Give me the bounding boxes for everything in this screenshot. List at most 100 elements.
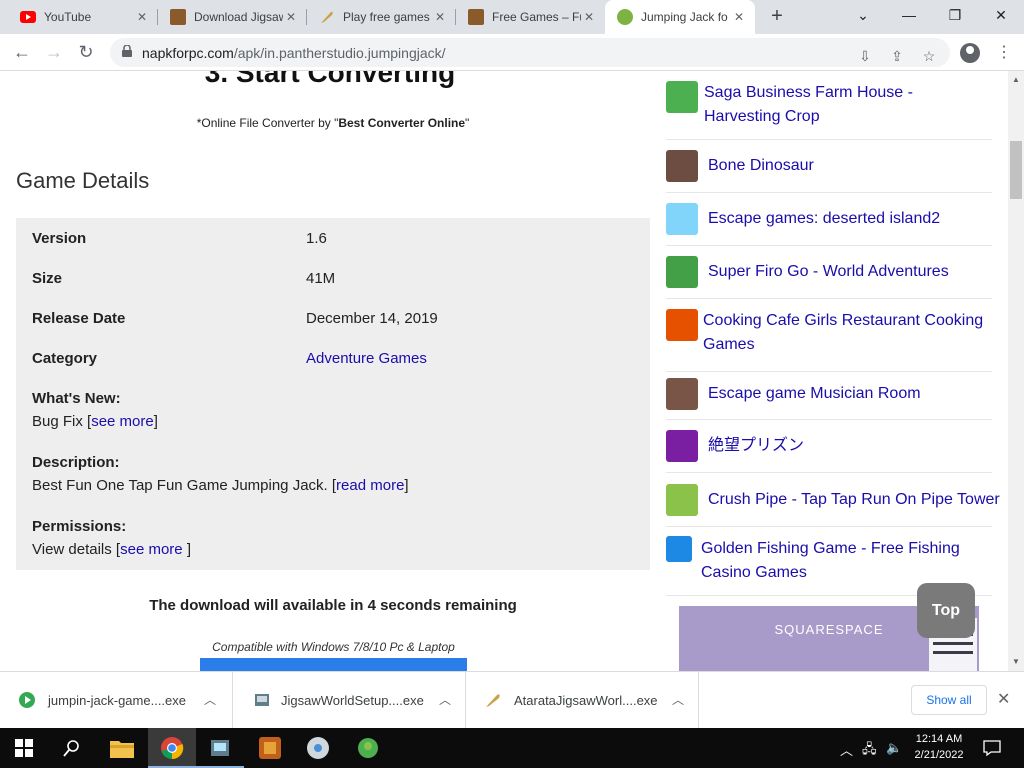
search-button[interactable] [48,728,96,768]
url-path: /apk/in.pantherstudio.jumpingjack/ [233,45,446,61]
game-link[interactable]: Bone Dinosaur [708,154,990,178]
game-link[interactable]: Super Firo Go - World Adventures [708,260,990,284]
close-icon[interactable]: ✕ [283,9,299,25]
menu-kebab-icon[interactable]: ⋮ [996,42,1012,62]
tab-youtube[interactable]: YouTube ✕ [8,0,158,34]
taskbar-disc-app[interactable] [294,728,342,768]
page-scrollbar[interactable]: ▲ ▼ [1008,71,1024,671]
bookmark-star-icon[interactable]: ☆ [920,47,938,65]
restore-button[interactable]: ❐ [932,0,978,32]
download-button[interactable] [200,658,467,671]
taskbar-file-explorer[interactable] [98,728,146,768]
detail-value: 41M [306,270,336,287]
folder-icon [110,741,134,758]
scrollbar-thumb[interactable] [1010,141,1022,199]
jumping-jack-icon [358,738,378,758]
close-icon[interactable]: ✕ [134,9,150,25]
forward-button[interactable]: → [42,41,66,65]
show-all-button[interactable]: Show all [911,685,987,715]
description-text: Best Fun One Tap Fun Game Jumping Jack. … [32,477,337,494]
game-link[interactable]: Escape games: deserted island2 [708,207,990,231]
game-link[interactable]: Escape game Musician Room [708,382,990,406]
chevron-up-icon[interactable]: ︿ [672,691,684,708]
share-icon[interactable]: ⇪ [888,47,906,65]
game-link[interactable]: Saga Business Farm House - Harvesting Cr… [704,81,990,129]
game-link[interactable]: Cooking Cafe Girls Restaurant Cooking Ga… [703,309,990,357]
game-thumbnail [666,203,698,235]
list-item[interactable]: Cooking Cafe Girls Restaurant Cooking Ga… [666,299,992,372]
game-thumbnail [666,81,698,113]
list-item[interactable]: 絶望プリズン [666,420,992,473]
game-link[interactable]: Crush Pipe - Tap Tap Run On Pipe Tower [708,488,1000,512]
read-more-link[interactable]: read more [336,477,404,494]
taskbar-chrome[interactable] [148,728,196,768]
volume-icon[interactable]: 🔈 [886,740,902,756]
tab-free-games[interactable]: Free Games – Fu ✕ [456,0,605,34]
detail-label: Version [32,230,87,247]
address-bar[interactable]: napkforpc.com/apk/in.pantherstudio.jumpi… [110,38,950,67]
play-installer-icon [19,692,35,708]
chevron-up-icon[interactable]: ︿ [439,691,451,708]
download-filename: jumpin-jack-game....exe [48,693,186,708]
download-item[interactable]: AtarataJigsawWorl....exe ︿ [466,672,699,729]
permissions-see-more-link[interactable]: see more [120,541,187,558]
converter-name[interactable]: Best Converter Online [338,116,465,130]
tab-play-free-games[interactable]: Play free games ✕ [307,0,456,34]
clock-time: 12:14 AM [915,733,963,745]
converter-prefix: *Online File Converter by " [196,116,339,130]
close-icon[interactable]: ✕ [731,9,747,25]
step-title: 3. Start Converting [204,71,456,88]
start-button[interactable] [0,728,48,768]
close-window-button[interactable]: ✕ [978,0,1024,32]
taskbar-setup-app[interactable] [196,728,244,768]
download-item[interactable]: jumpin-jack-game....exe ︿ [0,672,233,729]
compatibility-note: Compatible with Windows 7/8/10 Pc & Lapt… [212,640,455,654]
download-shelf: jumpin-jack-game....exe ︿ JigsawWorldSet… [0,671,1024,729]
scroll-down-icon[interactable]: ▼ [1012,657,1020,666]
tab-label: Download Jigsaw [194,10,283,24]
scroll-top-button[interactable]: Top [917,583,975,638]
tab-download-jigsaw[interactable]: Download Jigsaw ✕ [158,0,307,34]
close-icon[interactable]: ✕ [997,689,1010,709]
download-filename: AtarataJigsawWorl....exe [514,693,658,708]
tab-search-chevron-icon[interactable]: ⌄ [840,0,886,32]
tab-label: Play free games [343,10,430,24]
tab-label: Jumping Jack fo [641,10,728,24]
back-button[interactable]: ← [10,41,34,65]
reload-button[interactable]: ↻ [74,41,98,65]
game-details-heading: Game Details [16,168,150,193]
notification-icon[interactable] [983,739,1001,757]
new-tab-button[interactable]: + [766,6,788,28]
game-thumbnail [666,430,698,462]
system-clock[interactable]: 12:14 AM 2/21/2022 [908,731,970,763]
close-icon[interactable]: ✕ [432,9,448,25]
category-link[interactable]: Adventure Games [306,350,427,367]
list-item[interactable]: Crush Pipe - Tap Tap Run On Pipe Tower [666,473,1000,527]
list-item[interactable]: Escape game Musician Room [666,372,992,420]
tab-strip: YouTube ✕ Download Jigsaw ✕ Play free ga… [0,0,1024,34]
see-more-link[interactable]: see more [91,413,154,430]
tab-jumping-jack[interactable]: Jumping Jack fo ✕ [605,0,755,34]
list-item[interactable]: Bone Dinosaur [666,140,992,193]
list-item[interactable]: Escape games: deserted island2 [666,193,992,246]
detail-description: Description: Best Fun One Tap Fun Game J… [32,454,409,494]
list-item[interactable]: Saga Business Farm House - Harvesting Cr… [666,71,992,140]
game-link[interactable]: 絶望プリズン [708,434,990,458]
web-page: 3. Start Converting *Online File Convert… [0,71,1024,671]
list-item[interactable]: Super Firo Go - World Adventures [666,246,992,299]
install-app-icon[interactable]: ⇩ [856,47,874,65]
chevron-up-icon[interactable]: ︿ [840,740,853,759]
game-link[interactable]: Golden Fishing Game - Free Fishing Casin… [701,537,990,585]
close-icon[interactable]: ✕ [581,9,597,25]
profile-avatar-icon[interactable] [960,43,980,63]
taskbar-jumping-jack-app[interactable] [344,728,392,768]
download-item[interactable]: JigsawWorldSetup....exe ︿ [233,672,466,729]
converter-credit: *Online File Converter by "Best Converte… [0,116,666,130]
scroll-up-icon[interactable]: ▲ [1012,75,1020,84]
game-thumbnail [666,536,692,562]
minimize-button[interactable]: — [886,0,932,32]
chevron-up-icon[interactable]: ︿ [204,691,216,708]
network-icon[interactable]: 🖧 [862,740,877,762]
taskbar-jigsaw-app[interactable] [246,728,294,768]
windows-logo-icon [15,739,33,757]
